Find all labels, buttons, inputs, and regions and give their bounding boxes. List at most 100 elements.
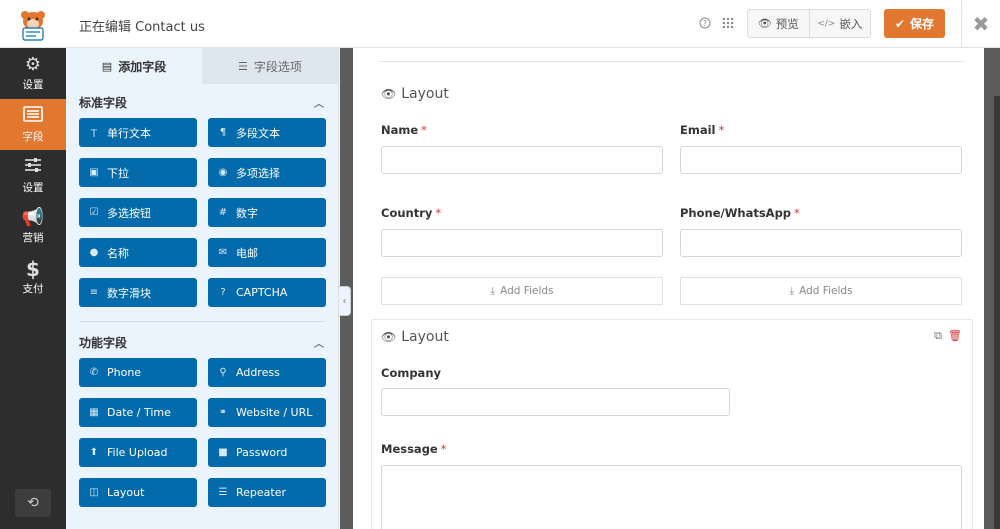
nav-item-payments[interactable]: $ 支付	[0, 252, 66, 303]
chevron-left-icon: ‹	[342, 295, 347, 307]
nav-label: 设置	[22, 78, 44, 91]
sliders-icon: ☰	[238, 59, 248, 73]
field-button-calendar[interactable]: ▦ Date / Time	[79, 398, 197, 427]
fields-icon	[23, 105, 43, 126]
panel-tabs: ▤ 添加字段 ☰ 字段选项	[66, 48, 338, 84]
field-button-lock[interactable]: ■ Password	[208, 438, 326, 467]
field-button-slider[interactable]: ≡ 数字滑块	[79, 278, 197, 307]
upload-icon: ⬆	[89, 447, 99, 458]
embed-label: 嵌入	[839, 16, 863, 31]
field-button-repeater[interactable]: ☰ Repeater	[208, 478, 326, 507]
country-input[interactable]	[381, 229, 663, 257]
standard-fields-header[interactable]: 标准字段 ︿	[66, 86, 338, 118]
field-button-label: 单行文本	[107, 126, 151, 140]
trash-icon[interactable]: 🗑	[948, 329, 962, 343]
email-input[interactable]	[680, 146, 962, 174]
dropdown-icon: ▣	[89, 167, 99, 178]
close-icon[interactable]: ✖	[961, 0, 1000, 48]
grid-menu-icon[interactable]	[720, 15, 736, 31]
envelope-icon: ✉	[218, 247, 228, 258]
nav-label: 支付	[22, 282, 44, 295]
name-input[interactable]	[381, 146, 663, 174]
field-button-label: 多选按钮	[107, 206, 151, 220]
duplicate-icon[interactable]: ⧉	[934, 329, 942, 343]
left-navigation: ⚙ 设置 字段 设置 📢 营销 $ 支付 ⟲	[0, 48, 66, 529]
field-button-label: Website / URL	[236, 406, 313, 419]
field-button-question[interactable]: ? CAPTCHA	[208, 278, 326, 307]
nav-item-marketing[interactable]: 📢 营销	[0, 201, 66, 252]
embed-button[interactable]: </> 嵌入	[808, 10, 871, 37]
list-icon: ▤	[101, 59, 113, 73]
sliders-icon	[24, 157, 42, 177]
layout-actions: ⧉ 🗑	[934, 329, 962, 343]
phone-label: Phone/WhatsApp *	[680, 206, 800, 220]
layout-field-title[interactable]: 👁 Layout	[381, 86, 449, 102]
message-label: Message *	[381, 442, 447, 456]
country-label: Country *	[381, 206, 442, 220]
tab-label: 添加字段	[118, 59, 167, 74]
field-button-envelope[interactable]: ✉ 电邮	[208, 238, 326, 267]
field-button-upload[interactable]: ⬆ File Upload	[79, 438, 197, 467]
field-button-user[interactable]: ● 名称	[79, 238, 197, 267]
question-icon: ?	[220, 287, 226, 298]
bear-logo-icon	[21, 11, 45, 41]
field-button-link[interactable]: ⚭ Website / URL	[208, 398, 326, 427]
layout-label: Layout	[401, 86, 449, 102]
field-button-text[interactable]: Ｔ 单行文本	[79, 118, 197, 147]
phone-input[interactable]	[680, 229, 962, 257]
calendar-icon: ▦	[89, 407, 99, 418]
wpforms-logo	[0, 0, 66, 48]
slider-icon: ≡	[89, 287, 99, 298]
field-button-radio[interactable]: ◉ 多项选择	[208, 158, 326, 187]
collapse-panel-toggle[interactable]: ‹	[339, 286, 351, 316]
field-button-layout[interactable]: ◫ Layout	[79, 478, 197, 507]
field-button-label: 多项选择	[236, 166, 280, 180]
layout-field-title[interactable]: 👁 Layout	[381, 329, 449, 345]
field-button-label: Address	[236, 366, 280, 379]
divider	[379, 61, 964, 62]
eye-icon: 👁	[757, 17, 772, 30]
field-button-label: 名称	[107, 246, 129, 260]
text-icon: Ｔ	[89, 129, 99, 140]
nav-label: 字段	[22, 130, 44, 143]
tab-field-options[interactable]: ☰ 字段选项	[202, 48, 338, 84]
save-button[interactable]: ✔ 保存	[884, 9, 945, 38]
field-button-phone[interactable]: ✆ Phone	[79, 358, 197, 387]
preview-button[interactable]: 👁 预览	[748, 10, 809, 37]
fancy-fields-header[interactable]: 功能字段 ︿	[66, 326, 338, 358]
nav-item-fields[interactable]: 字段	[0, 99, 66, 150]
radio-icon: ◉	[218, 167, 228, 178]
download-icon: ⤓	[789, 284, 795, 297]
preview-label: 预览	[775, 16, 799, 31]
nav-item-form-settings[interactable]: 设置	[0, 150, 66, 201]
field-button-hash[interactable]: # 数字	[208, 198, 326, 227]
save-label: 保存	[910, 17, 935, 31]
help-icon[interactable]: ?	[697, 15, 713, 31]
company-label: Company	[381, 366, 441, 380]
add-fields-button[interactable]: ⤓ Add Fields	[680, 277, 962, 305]
tab-add-fields[interactable]: ▤ 添加字段	[66, 48, 202, 84]
layout-label: Layout	[401, 329, 449, 345]
field-button-map-pin[interactable]: ⚲ Address	[208, 358, 326, 387]
message-textarea[interactable]	[381, 465, 962, 529]
check-icon: ✔	[894, 16, 906, 31]
name-label: Name *	[381, 123, 427, 137]
nav-item-settings[interactable]: ⚙ 设置	[0, 48, 66, 99]
field-button-checkbox[interactable]: ☑ 多选按钮	[79, 198, 197, 227]
section-divider	[79, 321, 325, 322]
email-label: Email *	[680, 123, 725, 137]
add-fields-button[interactable]: ⤓ Add Fields	[381, 277, 663, 305]
field-button-label: Password	[236, 446, 288, 459]
field-button-dropdown[interactable]: ▣ 下拉	[79, 158, 197, 187]
section-title: 功能字段	[79, 335, 128, 350]
company-input[interactable]	[381, 388, 730, 416]
field-button-label: 下拉	[107, 166, 129, 180]
preview-scrollbar[interactable]	[994, 96, 1000, 529]
chevron-up-icon: ︿	[314, 98, 324, 110]
field-button-paragraph[interactable]: ¶ 多段文本	[208, 118, 326, 147]
field-button-label: 多段文本	[236, 126, 280, 140]
field-button-label: 数字	[236, 206, 258, 220]
revisions-history-button[interactable]: ⟲	[15, 489, 51, 517]
megaphone-icon: 📢	[21, 206, 45, 228]
history-icon: ⟲	[27, 495, 39, 511]
